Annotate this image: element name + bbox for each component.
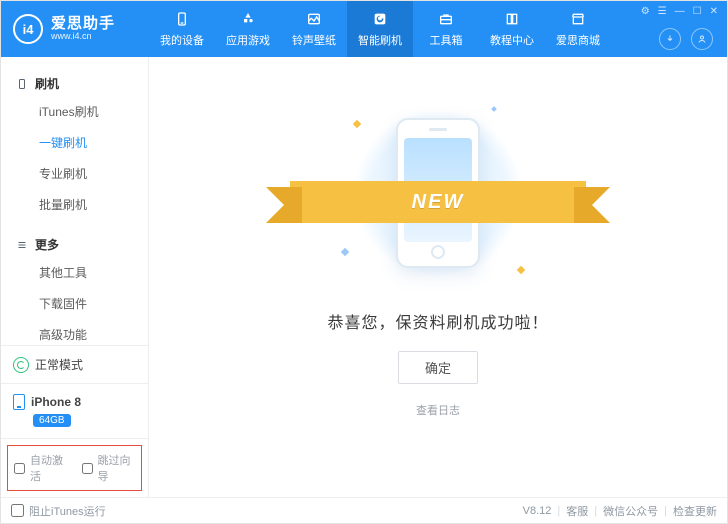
phone-icon: [13, 394, 25, 410]
sidebar-mode-block: 正常模式: [1, 345, 148, 383]
status-bar: 阻止iTunes运行 V8.12 | 客服 | 微信公众号 | 检查更新: [1, 497, 727, 523]
app-header: i4 爱思助手 www.i4.cn 我的设备 应用游戏 铃声壁纸 智能刷机: [1, 1, 727, 57]
hero-illustration: NEW: [328, 103, 548, 283]
sidebar-item-other-tools[interactable]: 其他工具: [1, 257, 148, 288]
skip-guide-checkbox[interactable]: [82, 463, 93, 474]
support-link[interactable]: 客服: [566, 503, 588, 519]
device-name: iPhone 8: [31, 395, 81, 409]
window-controls: ⚙ ☰ — ☐ ✕: [641, 6, 718, 17]
storage-badge: 64GB: [33, 414, 71, 427]
brand-logo-icon: i4: [13, 14, 43, 44]
store-icon: [569, 10, 587, 28]
option-auto-activate[interactable]: 自动激活: [14, 452, 68, 484]
sidebar-item-pro-flash[interactable]: 专业刷机: [1, 158, 148, 189]
brand-name: 爱思助手: [51, 16, 115, 33]
new-ribbon: NEW: [290, 181, 586, 223]
close-button[interactable]: ✕: [710, 6, 718, 17]
brand-url: www.i4.cn: [51, 32, 115, 42]
sidebar-group-header[interactable]: 更多: [1, 232, 148, 257]
header-tabs: 我的设备 应用游戏 铃声壁纸 智能刷机 工具箱 教程中心: [149, 1, 655, 57]
option-label: 自动激活: [30, 452, 68, 484]
tab-label: 我的设备: [160, 32, 204, 48]
tab-label: 应用游戏: [226, 32, 270, 48]
sidebar-group-flash: 刷机 iTunes刷机 一键刷机 专业刷机 批量刷机: [1, 65, 148, 226]
device-icon: [15, 77, 29, 91]
auto-activate-checkbox[interactable]: [14, 463, 25, 474]
version-text: V8.12: [523, 505, 552, 517]
sidebar-item-advanced[interactable]: 高级功能: [1, 319, 148, 345]
maximize-button[interactable]: ☐: [693, 6, 702, 17]
tab-label: 教程中心: [490, 32, 534, 48]
device-mode[interactable]: 正常模式: [13, 356, 136, 373]
download-button[interactable]: [659, 28, 681, 50]
sidebar: 刷机 iTunes刷机 一键刷机 专业刷机 批量刷机 更多 其他工具 下载固件 …: [1, 57, 149, 497]
highlighted-options: 自动激活 跳过向导: [7, 445, 142, 491]
brand: i4 爱思助手 www.i4.cn: [1, 1, 149, 57]
sidebar-group-more: 更多 其他工具 下载固件 高级功能: [1, 226, 148, 345]
list-icon: [15, 238, 29, 252]
menu-icon[interactable]: ☰: [658, 6, 667, 17]
phone-icon: [173, 10, 191, 28]
tab-tutorials[interactable]: 教程中心: [479, 1, 545, 57]
user-button[interactable]: [691, 28, 713, 50]
mode-icon: [13, 357, 29, 373]
ribbon-text: NEW: [290, 181, 586, 223]
sidebar-group-title: 刷机: [35, 75, 59, 92]
tab-label: 工具箱: [430, 32, 463, 48]
device-row[interactable]: iPhone 8: [13, 394, 136, 410]
sidebar-item-itunes-flash[interactable]: iTunes刷机: [1, 96, 148, 127]
main-content: NEW 恭喜您，保资料刷机成功啦！ 确定 查看日志: [149, 57, 727, 497]
sidebar-group-header[interactable]: 刷机: [1, 71, 148, 96]
block-itunes-option[interactable]: 阻止iTunes运行: [11, 503, 106, 519]
tab-label: 铃声壁纸: [292, 32, 336, 48]
sidebar-item-oneclick-flash[interactable]: 一键刷机: [1, 127, 148, 158]
wechat-link[interactable]: 微信公众号: [603, 503, 658, 519]
sidebar-item-download-firmware[interactable]: 下载固件: [1, 288, 148, 319]
minimize-button[interactable]: —: [675, 6, 685, 17]
apps-icon: [239, 10, 257, 28]
sidebar-options-block: 自动激活 跳过向导: [1, 438, 148, 497]
refresh-icon: [371, 10, 389, 28]
view-log-link[interactable]: 查看日志: [416, 402, 460, 418]
book-icon: [503, 10, 521, 28]
congrats-message: 恭喜您，保资料刷机成功啦！: [327, 309, 548, 333]
tab-my-device[interactable]: 我的设备: [149, 1, 215, 57]
settings-icon[interactable]: ⚙: [641, 6, 650, 17]
image-icon: [305, 10, 323, 28]
tab-ringtones-wallpapers[interactable]: 铃声壁纸: [281, 1, 347, 57]
mode-label: 正常模式: [35, 356, 83, 373]
option-skip-guide[interactable]: 跳过向导: [82, 452, 136, 484]
status-label: 阻止iTunes运行: [29, 503, 106, 519]
tab-smart-flash[interactable]: 智能刷机: [347, 1, 413, 57]
tab-toolbox[interactable]: 工具箱: [413, 1, 479, 57]
sidebar-device-block: iPhone 8 64GB: [1, 383, 148, 438]
tab-store[interactable]: 爱思商城: [545, 1, 611, 57]
update-link[interactable]: 检查更新: [673, 503, 717, 519]
tab-label: 爱思商城: [556, 32, 600, 48]
ok-button[interactable]: 确定: [398, 351, 478, 384]
tab-apps-games[interactable]: 应用游戏: [215, 1, 281, 57]
sidebar-item-batch-flash[interactable]: 批量刷机: [1, 189, 148, 220]
toolbox-icon: [437, 10, 455, 28]
sidebar-group-title: 更多: [35, 236, 59, 253]
block-itunes-checkbox[interactable]: [11, 504, 24, 517]
option-label: 跳过向导: [98, 452, 136, 484]
tab-label: 智能刷机: [358, 32, 402, 48]
